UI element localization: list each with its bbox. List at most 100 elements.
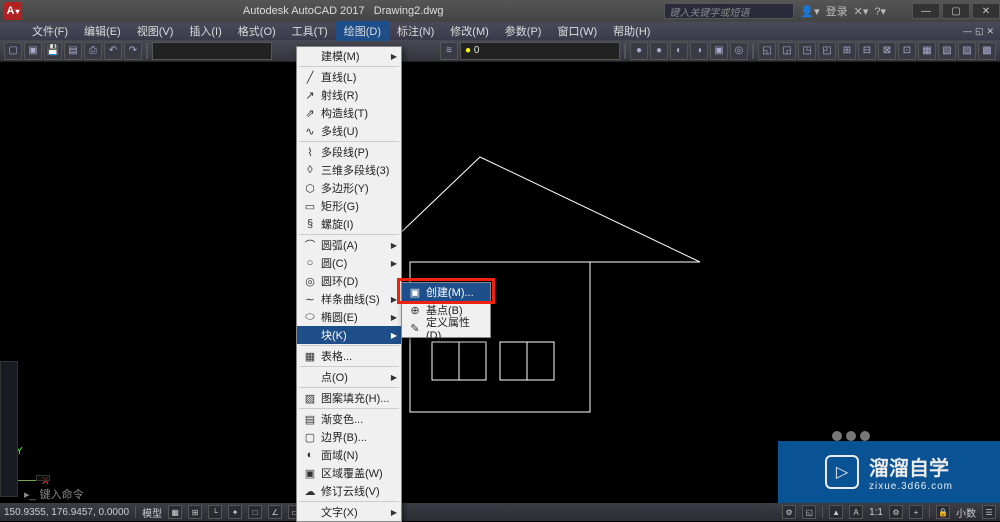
draw-menu-item-3[interactable]: ⇗构造线(T)	[297, 104, 401, 122]
save-icon[interactable]: 💾	[44, 42, 62, 60]
t5-icon[interactable]: ▣	[710, 42, 728, 60]
menu-file[interactable]: 文件(F)	[24, 21, 76, 41]
sb-snap-icon[interactable]: ⊞	[188, 505, 202, 519]
menu-help[interactable]: 帮助(H)	[605, 21, 658, 41]
draw-menu-item-12[interactable]: ◎圆环(D)	[297, 272, 401, 290]
viewport-tab-dock[interactable]	[0, 361, 18, 497]
draw-menu-item-14[interactable]: ⬭椭圆(E)▶	[297, 308, 401, 326]
t2-icon[interactable]: ●	[650, 42, 668, 60]
new-icon[interactable]: ▢	[4, 42, 22, 60]
menu-insert[interactable]: 插入(I)	[181, 21, 229, 41]
undo-icon[interactable]: ↶	[104, 42, 122, 60]
sb-ann-icon[interactable]: A	[849, 505, 863, 519]
t11-icon[interactable]: ⊞	[838, 42, 856, 60]
draw-menu-item-1[interactable]: ╱直线(L)	[297, 68, 401, 86]
t10-icon[interactable]: ◰	[818, 42, 836, 60]
menu-tools[interactable]: 工具(T)	[284, 21, 336, 41]
t14-icon[interactable]: ⊡	[898, 42, 916, 60]
sb-polar-icon[interactable]: ✦	[228, 505, 242, 519]
mdi-close-icon[interactable]: ✕	[986, 26, 994, 37]
sb-max-icon[interactable]: ◱	[802, 505, 816, 519]
menu-edit[interactable]: 编辑(E)	[76, 21, 129, 41]
draw-menu-item-20[interactable]: ▢边界(B)...	[297, 428, 401, 446]
sb-osnap-icon[interactable]: □	[248, 505, 262, 519]
t16-icon[interactable]: ▧	[938, 42, 956, 60]
draw-menu-item-7[interactable]: ⬡多边形(Y)	[297, 179, 401, 197]
sb-lock-icon[interactable]: 🔒	[936, 505, 950, 519]
menu-param[interactable]: 参数(P)	[497, 21, 550, 41]
t12-icon[interactable]: ⊟	[858, 42, 876, 60]
search-input[interactable]: 键入关键字或短语	[664, 3, 794, 19]
t8-icon[interactable]: ◲	[778, 42, 796, 60]
maximize-button[interactable]: ▢	[942, 3, 970, 19]
draw-menu-item-5[interactable]: ⌇多段线(P)	[297, 143, 401, 161]
menu-item-icon: ▢	[301, 431, 319, 444]
menu-window[interactable]: 窗口(W)	[549, 21, 605, 41]
t3-icon[interactable]: ◐	[670, 42, 688, 60]
close-button[interactable]: ✕	[972, 3, 1000, 19]
redo-icon[interactable]: ↷	[124, 42, 142, 60]
draw-menu-item-17[interactable]: 点(O)▶	[297, 368, 401, 386]
help-icon[interactable]: ?▾	[874, 5, 886, 18]
command-line[interactable]: ▸_ 键入命令	[24, 486, 84, 502]
model-tab[interactable]: 模型	[142, 505, 162, 520]
open-icon[interactable]: ▣	[24, 42, 42, 60]
sb-ortho-icon[interactable]: └	[208, 505, 222, 519]
mdi-max-icon[interactable]: ◱	[975, 26, 984, 37]
t6-icon[interactable]: ◎	[730, 42, 748, 60]
draw-menu-item-10[interactable]: ⌒圆弧(A)▶	[297, 236, 401, 254]
sb-scale[interactable]: 1:1	[869, 507, 883, 518]
block-submenu-item-0[interactable]: ▣创建(M)...	[402, 283, 490, 301]
t18-icon[interactable]: ▩	[978, 42, 996, 60]
style-dropdown[interactable]	[152, 42, 272, 60]
sb-ws-icon[interactable]: ⚙	[782, 505, 796, 519]
layer-icon[interactable]: ≡	[440, 42, 458, 60]
sb-iso-icon[interactable]: ▲	[829, 505, 843, 519]
mdi-min-icon[interactable]: —	[963, 26, 972, 37]
draw-menu-item-6[interactable]: ◊三维多段线(3)	[297, 161, 401, 179]
sb-units[interactable]: 小数	[956, 505, 976, 520]
draw-menu-item-2[interactable]: ↗射线(R)	[297, 86, 401, 104]
draw-menu-item-24[interactable]: 文字(X)▶	[297, 503, 401, 521]
sb-menu-icon[interactable]: ☰	[982, 505, 996, 519]
draw-menu-item-19[interactable]: ▤渐变色...	[297, 410, 401, 428]
draw-menu-item-15[interactable]: 块(K)▶	[297, 326, 401, 344]
sb-track-icon[interactable]: ∠	[268, 505, 282, 519]
menu-format[interactable]: 格式(O)	[230, 21, 284, 41]
t1-icon[interactable]: ●	[630, 42, 648, 60]
sb-plus-icon[interactable]: +	[909, 505, 923, 519]
block-submenu-item-2[interactable]: ✎定义属性(D)...	[402, 319, 490, 337]
t9-icon[interactable]: ◳	[798, 42, 816, 60]
t4-icon[interactable]: ◑	[690, 42, 708, 60]
user-icon[interactable]: 👤▾	[800, 5, 819, 18]
t7-icon[interactable]: ◱	[758, 42, 776, 60]
menu-dimension[interactable]: 标注(N)	[389, 21, 442, 41]
saveas-icon[interactable]: ▤	[64, 42, 82, 60]
plot-icon[interactable]: ⎙	[84, 42, 102, 60]
draw-menu-item-22[interactable]: ▣区域覆盖(W)	[297, 464, 401, 482]
draw-menu-item-18[interactable]: ▨图案填充(H)...	[297, 389, 401, 407]
draw-menu-item-9[interactable]: §螺旋(I)	[297, 215, 401, 233]
draw-menu-item-16[interactable]: ▦表格...	[297, 347, 401, 365]
draw-menu-item-0[interactable]: 建模(M)▶	[297, 47, 401, 65]
minimize-button[interactable]: —	[912, 3, 940, 19]
login-label[interactable]: 登录	[826, 3, 848, 19]
draw-menu-item-23[interactable]: ☁修订云线(V)	[297, 482, 401, 500]
t15-icon[interactable]: ▦	[918, 42, 936, 60]
menu-modify[interactable]: 修改(M)	[442, 21, 497, 41]
layer-dropdown[interactable]: ● 0	[460, 42, 620, 60]
exchange-icon[interactable]: ✕▾	[854, 5, 869, 18]
t17-icon[interactable]: ▨	[958, 42, 976, 60]
draw-menu-item-8[interactable]: ▭矩形(G)	[297, 197, 401, 215]
sb-gear-icon[interactable]: ⚙	[889, 505, 903, 519]
menu-view[interactable]: 视图(V)	[129, 21, 182, 41]
draw-menu-item-4[interactable]: ∿多线(U)	[297, 122, 401, 140]
draw-menu-item-11[interactable]: ○圆(C)▶	[297, 254, 401, 272]
t13-icon[interactable]: ⊠	[878, 42, 896, 60]
app-icon[interactable]: A▾	[4, 2, 22, 20]
draw-menu-item-21[interactable]: ◐面域(N)	[297, 446, 401, 464]
menu-item-icon: ▨	[301, 392, 319, 405]
sb-grid-icon[interactable]: ▦	[168, 505, 182, 519]
menu-draw[interactable]: 绘图(D)	[336, 21, 389, 41]
draw-menu-item-13[interactable]: ∼样条曲线(S)▶	[297, 290, 401, 308]
